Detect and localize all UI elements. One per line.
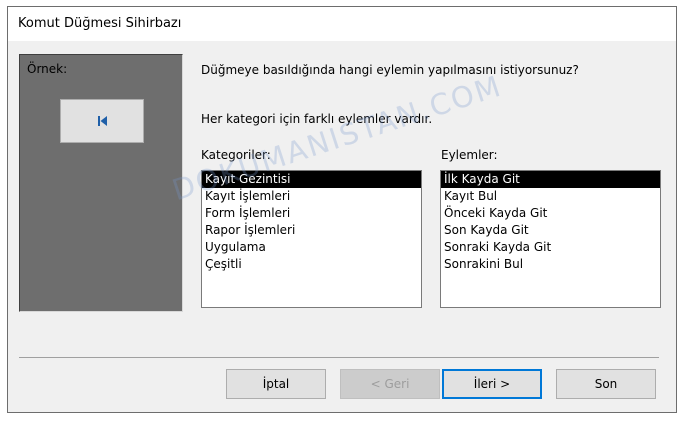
category-item[interactable]: Uygulama bbox=[202, 239, 421, 256]
categories-listbox[interactable]: Kayıt Gezintisi Kayıt İşlemleri Form İşlem… bbox=[201, 170, 422, 308]
actions-listbox[interactable]: İlk Kayda Git Kayıt Bul Önceki Kayda Git So… bbox=[440, 170, 661, 308]
preview-button bbox=[60, 99, 144, 143]
action-item[interactable]: Önceki Kayda Git bbox=[441, 205, 660, 222]
category-item[interactable]: Kayıt İşlemleri bbox=[202, 188, 421, 205]
categories-label: Kategoriler: bbox=[201, 148, 271, 162]
cancel-button[interactable]: İptal bbox=[226, 369, 326, 399]
preview-label: Örnek: bbox=[27, 62, 68, 76]
actions-label: Eylemler: bbox=[441, 148, 498, 162]
question-text: Düğmeye basıldığında hangi eylemin yapıl… bbox=[201, 63, 579, 77]
window-title: Komut Düğmesi Sihirbazı bbox=[18, 16, 182, 31]
action-item[interactable]: Sonraki Kayda Git bbox=[441, 239, 660, 256]
action-item[interactable]: Son Kayda Git bbox=[441, 222, 660, 239]
action-item[interactable]: Kayıt Bul bbox=[441, 188, 660, 205]
finish-button[interactable]: Son bbox=[556, 369, 656, 399]
category-item[interactable]: Çeşitli bbox=[202, 256, 421, 273]
action-item[interactable]: İlk Kayda Git bbox=[441, 171, 660, 188]
category-item[interactable]: Kayıt Gezintisi bbox=[202, 171, 421, 188]
title-bar: Komut Düğmesi Sihirbazı bbox=[8, 7, 676, 41]
next-button[interactable]: İleri > bbox=[442, 369, 542, 399]
category-item[interactable]: Form İşlemleri bbox=[202, 205, 421, 222]
wizard-dialog: Komut Düğmesi Sihirbazı Örnek: Düğmeye b… bbox=[7, 6, 677, 413]
info-text: Her kategori için farklı eylemler vardır… bbox=[201, 112, 433, 126]
back-button[interactable]: < Geri bbox=[340, 369, 440, 399]
category-item[interactable]: Rapor İşlemleri bbox=[202, 222, 421, 239]
action-item[interactable]: Sonrakini Bul bbox=[441, 256, 660, 273]
first-record-icon bbox=[98, 116, 107, 126]
preview-panel: Örnek: bbox=[19, 54, 183, 312]
separator-line bbox=[19, 357, 659, 358]
